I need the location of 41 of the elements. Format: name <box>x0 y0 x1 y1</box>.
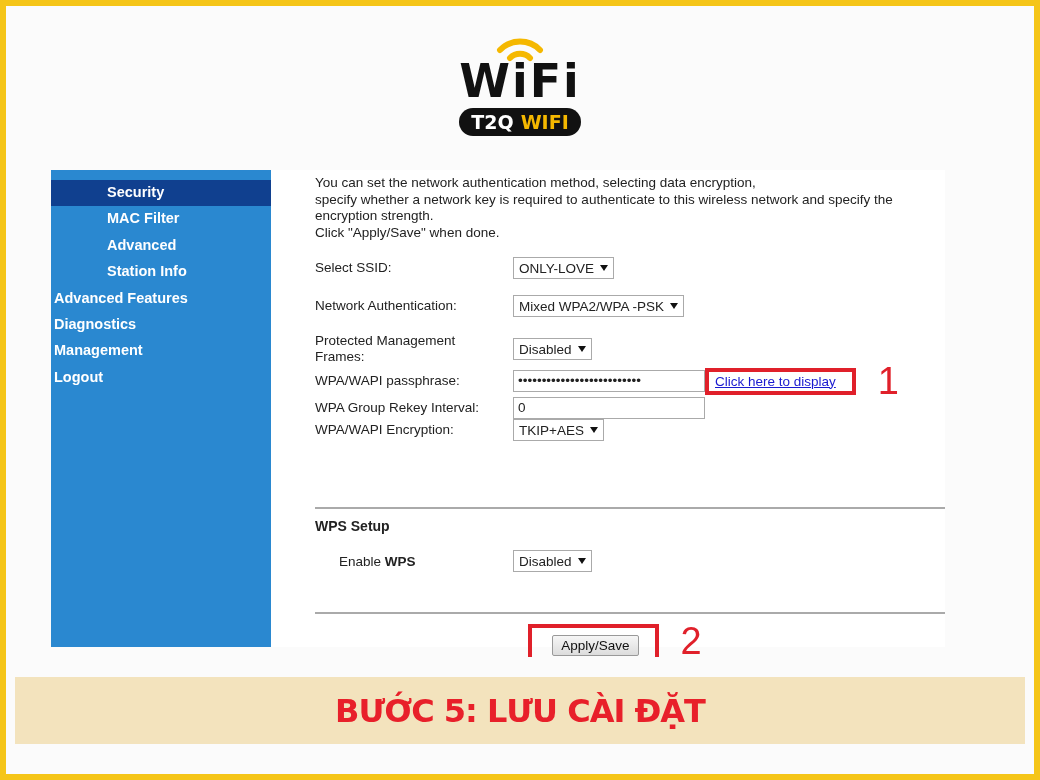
caret-icon <box>670 303 679 309</box>
caret-icon <box>577 346 586 352</box>
dropdown[interactable]: Disabled <box>513 550 592 572</box>
field-label: Enable WPS <box>338 553 417 569</box>
badge-text-accent: WIFI <box>520 111 569 133</box>
sidebar-item[interactable]: Logout <box>51 364 271 392</box>
wifi-icon <box>495 36 545 62</box>
sidebar-item[interactable]: Advanced Features <box>51 285 271 312</box>
intro-text: encryption strength. <box>315 208 435 225</box>
dropdown[interactable]: Mixed WPA2/WPA -PSK <box>513 295 685 317</box>
sidebar-item[interactable]: Advanced <box>51 232 271 260</box>
section-title: WPS Setup <box>315 518 391 534</box>
sidebar-item[interactable]: Diagnostics <box>51 311 271 339</box>
caret-icon <box>577 558 586 564</box>
dropdown[interactable]: Disabled <box>513 338 592 360</box>
dropdown[interactable]: ONLY-LOVE <box>513 257 615 279</box>
field-label: Protected Management Frames: <box>315 333 457 365</box>
badge-text: T2Q <box>471 111 514 133</box>
sidebar-item[interactable]: Station Info <box>51 259 271 286</box>
intro-text: specify whether a network key is required to authenticate to this wireless network and specify the <box>315 191 894 208</box>
intro-text: You can set the network authentication method, selecting data encryption, <box>315 175 757 192</box>
caret-icon <box>589 427 598 433</box>
field-label: WPA/WAPI passphrase: <box>315 373 461 389</box>
apply-save-button[interactable]: Apply/Save <box>552 635 639 656</box>
field-label: WPA/WAPI Encryption: <box>315 422 455 438</box>
field-label: Network Authentication: <box>315 298 458 314</box>
field-label: WPA Group Rekey Interval: <box>315 400 481 416</box>
sidebar-item[interactable]: Management <box>51 338 271 365</box>
caret-icon <box>600 265 609 271</box>
sidebar-item[interactable]: Security <box>51 180 271 207</box>
intro-text: Click "Apply/Save" when done. <box>315 224 501 241</box>
step-number: 1 <box>877 365 899 397</box>
input-field[interactable]: 0 <box>513 397 705 419</box>
display-link[interactable]: Click here to display <box>715 373 836 389</box>
input-field[interactable]: •••••••••••••••••••••••••• <box>513 370 705 392</box>
logo-wordmark: WiFi <box>459 58 581 104</box>
step-banner: BƯỚC 5: LƯU CÀI ĐẶT <box>15 677 1025 744</box>
field-label: Select SSID: <box>315 260 393 276</box>
dropdown[interactable]: TKIP+AES <box>513 419 604 441</box>
sidebar-item[interactable]: MAC Filter <box>51 206 271 233</box>
step-number: 2 <box>680 624 702 657</box>
